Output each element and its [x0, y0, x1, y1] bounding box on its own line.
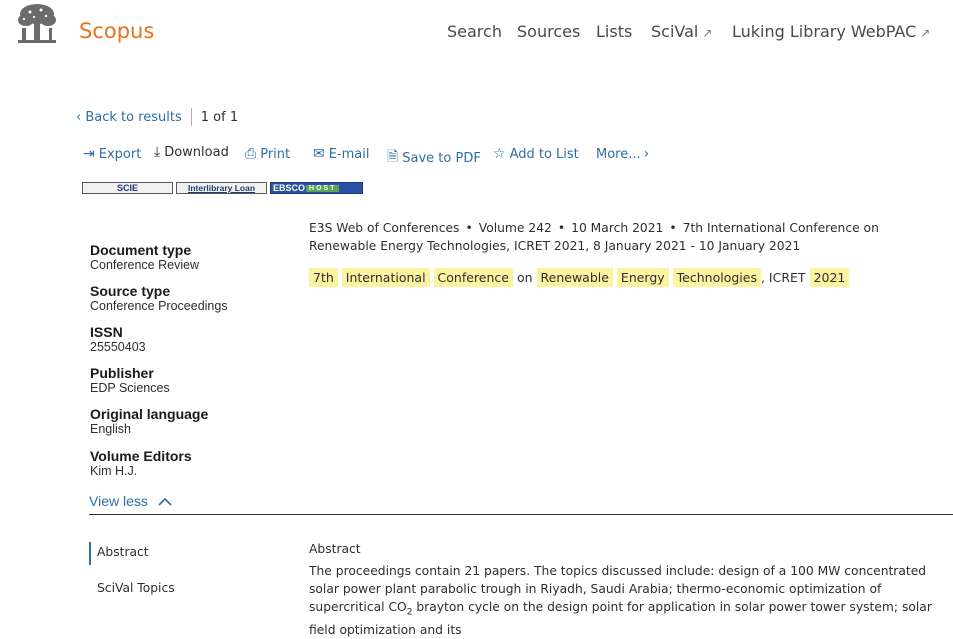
sidenav-abstract[interactable]: Abstract — [97, 545, 149, 559]
title-word: International — [341, 268, 430, 287]
title-word: on — [516, 270, 533, 285]
issn-block: ISSN 25550403 — [90, 324, 146, 354]
more-button[interactable]: More... › — [596, 146, 653, 162]
nav-sources[interactable]: Sources — [517, 22, 580, 41]
nav-library-label: Luking Library WebPAC — [732, 22, 917, 41]
language-value: English — [90, 422, 131, 436]
title-word: Technologies — [672, 268, 761, 287]
nav-scival-label: SciVal — [651, 22, 699, 41]
title-word: Energy — [616, 268, 669, 287]
document-type-block: Document type Conference Review — [90, 242, 199, 272]
more-label: More... — [596, 146, 641, 162]
publisher-label: Publisher — [90, 365, 154, 381]
source-type-block: Source type Conference Proceedings — [90, 283, 228, 313]
document-type-label: Document type — [90, 242, 192, 258]
print-label: Print — [260, 146, 291, 162]
source-type-label: Source type — [90, 283, 171, 299]
title-word: 2021 — [809, 268, 850, 287]
ebsco-label: EBSCO — [273, 183, 306, 193]
save-pdf-label: Save to PDF — [402, 150, 481, 166]
active-indicator — [89, 542, 91, 565]
external-link-icon: ↗ — [702, 26, 713, 40]
document-type-value: Conference Review — [90, 258, 200, 272]
publisher-value: EDP Sciences — [90, 381, 170, 395]
title-word: Renewable — [536, 268, 613, 287]
elsevier-logo-icon[interactable] — [12, 2, 62, 46]
divider — [190, 108, 192, 126]
add-to-list-label: Add to List — [509, 146, 579, 162]
source-title-link[interactable]: E3S Web of Conferences — [309, 221, 459, 235]
email-label: E-mail — [328, 146, 370, 162]
publication-date: 10 March 2021 — [571, 221, 664, 235]
envelope-icon: ✉ — [313, 146, 325, 162]
bullet-separator: • — [465, 221, 473, 235]
language-label: Original language — [90, 406, 209, 422]
section-divider — [89, 514, 953, 515]
nav-search[interactable]: Search — [447, 22, 502, 41]
title-word: 7th — [309, 268, 338, 287]
chevron-left-icon: ‹ — [76, 109, 86, 125]
source-citation: E3S Web of Conferences • Volume 242 • 10 Mar… — [309, 219, 939, 255]
abstract-heading: Abstract — [309, 542, 361, 556]
download-icon: ⤓ — [154, 144, 161, 160]
bullet-separator: • — [669, 221, 677, 235]
nav-scival[interactable]: SciVal ↗ — [651, 22, 712, 41]
issn-value: 25550403 — [90, 340, 146, 354]
results-navigation: ‹ Back to results 1 of 1 — [76, 108, 238, 126]
issn-label: ISSN — [90, 324, 123, 340]
download-button[interactable]: ⤓ Download — [154, 144, 229, 160]
ebsco-host-badge[interactable]: EBSCO HOST — [270, 182, 363, 194]
view-less-toggle[interactable]: View less — [89, 493, 172, 509]
editors-value[interactable]: Kim H.J. — [90, 464, 192, 478]
save-pdf-button[interactable]: 🗎 Save to PDF — [387, 146, 481, 170]
email-button[interactable]: ✉ E-mail — [313, 146, 370, 162]
export-button[interactable]: ⇥ Export — [83, 146, 141, 162]
abstract-text: The proceedings contain 21 papers. The t… — [309, 562, 949, 639]
chevron-right-icon: › — [643, 146, 650, 162]
host-label: HOST — [306, 184, 340, 192]
editors-block: Volume Editors Kim H.J. — [90, 448, 192, 478]
back-to-results-label: Back to results — [85, 109, 182, 125]
back-to-results-link[interactable]: ‹ Back to results — [76, 110, 182, 125]
scopus-brand[interactable]: Scopus — [79, 19, 154, 43]
printer-icon: ⎙ — [245, 146, 257, 162]
title-word: Conference — [433, 268, 513, 287]
volume: Volume 242 — [478, 221, 552, 235]
interlibrary-loan-badge[interactable]: Interlibrary Loan — [176, 182, 267, 194]
chevron-up-icon — [158, 497, 172, 506]
language-block: Original language English — [90, 406, 208, 436]
scie-badge[interactable]: SCIE — [82, 182, 173, 194]
bullet-separator: • — [557, 221, 566, 235]
star-icon: ☆ — [493, 146, 506, 162]
document-title: 7th International Conference on Renewabl… — [309, 268, 850, 288]
add-to-list-button[interactable]: ☆ Add to List — [493, 146, 579, 162]
nav-lists[interactable]: Lists — [596, 22, 632, 41]
sidenav-scival-topics[interactable]: SciVal Topics — [97, 581, 175, 595]
export-label: Export — [98, 146, 142, 162]
view-less-label: View less — [89, 493, 148, 509]
result-position: 1 of 1 — [200, 109, 239, 125]
source-type-value: Conference Proceedings — [90, 299, 228, 313]
header: Scopus Search Sources Lists SciVal ↗ Luki… — [0, 0, 953, 66]
export-icon: ⇥ — [83, 146, 95, 162]
external-link-icon: ↗ — [920, 26, 931, 40]
print-button[interactable]: ⎙ Print — [245, 146, 290, 162]
download-label: Download — [164, 144, 229, 160]
title-word: , ICRET — [760, 270, 806, 285]
pdf-icon: 🗎 — [387, 149, 399, 165]
publisher-block: Publisher EDP Sciences — [90, 365, 170, 395]
nav-library-webpac[interactable]: Luking Library WebPAC ↗ — [732, 22, 930, 41]
editors-label: Volume Editors — [90, 448, 192, 464]
